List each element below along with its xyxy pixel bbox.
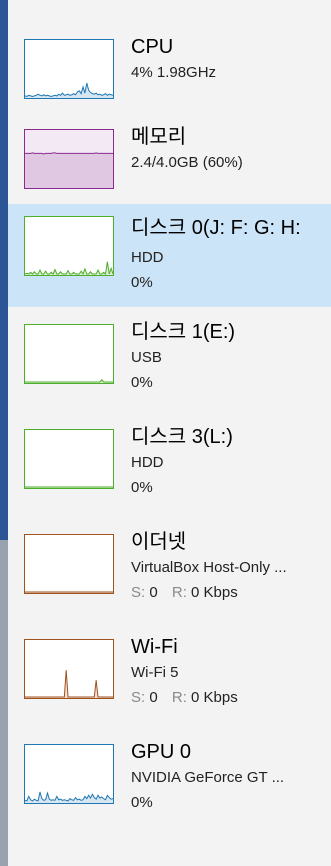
perf-item-type: USB xyxy=(131,349,162,366)
perf-item-throughput: S: 0 R: 0 Kbps xyxy=(131,688,238,708)
perf-item-type: HDD xyxy=(131,454,164,471)
perf-item-title: 디스크 0(J: F: G: H: xyxy=(131,217,301,239)
perf-item-usage: 0% xyxy=(131,479,153,496)
disk-1-graph xyxy=(24,324,114,384)
wifi-graph-area xyxy=(25,670,113,698)
cpu-graph xyxy=(24,39,114,99)
disk-3-graph xyxy=(24,429,114,489)
perf-item-usage: 0% xyxy=(131,374,153,391)
perf-item-title: 이더넷 xyxy=(131,531,187,553)
perf-item-adapter: Wi-Fi 5 xyxy=(131,664,179,681)
cpu-graph-area xyxy=(25,83,113,98)
ethernet-graph-plot xyxy=(25,591,113,593)
send-value: 0 xyxy=(149,689,158,706)
perf-item-ethernet[interactable]: 이더넷 VirtualBox Host-Only ... S: 0 R: 0 K… xyxy=(8,528,331,631)
disk-0-graph-line xyxy=(25,261,113,275)
performance-sidebar: CPU 4% 1.98GHz 메모리 2.4/4.0GB (60%) 디스크 0… xyxy=(0,0,331,866)
disk-1-graph-plot xyxy=(25,378,113,383)
perf-item-title: 메모리 xyxy=(131,126,187,148)
perf-item-usage: 0% xyxy=(131,794,153,811)
background-window-edge xyxy=(0,0,8,866)
disk-0-graph-plot xyxy=(25,261,113,275)
ethernet-graph xyxy=(24,534,114,594)
perf-item-type: HDD xyxy=(131,249,164,266)
cpu-graph-plot xyxy=(25,82,113,98)
receive-value: 0 Kbps xyxy=(191,584,238,601)
memory-graph xyxy=(24,129,114,189)
memory-graph-plot xyxy=(25,152,113,188)
gpu-0-graph-plot xyxy=(25,791,113,803)
disk-0-graph xyxy=(24,216,114,276)
memory-graph-area xyxy=(25,152,113,188)
perf-item-disk-1[interactable]: 디스크 1(E:) USB 0% xyxy=(8,318,331,421)
perf-item-title: Wi-Fi xyxy=(131,636,178,658)
disk-1-graph-line xyxy=(25,378,113,383)
receive-label: R: xyxy=(171,689,187,706)
disk-3-graph-plot xyxy=(25,486,113,488)
perf-item-title: 디스크 3(L:) xyxy=(131,426,233,448)
perf-item-title: 디스크 1(E:) xyxy=(131,321,236,343)
perf-item-gpu-0[interactable]: GPU 0 NVIDIA GeForce GT ... 0% xyxy=(8,738,331,841)
perf-item-cpu[interactable]: CPU 4% 1.98GHz xyxy=(8,33,331,136)
perf-item-usage: 4% 1.98GHz xyxy=(131,64,217,81)
perf-item-usage: 2.4/4.0GB (60%) xyxy=(131,154,243,171)
perf-item-adapter: NVIDIA GeForce GT ... xyxy=(131,769,285,786)
perf-item-title: GPU 0 xyxy=(131,741,192,763)
cpu-graph-line xyxy=(25,82,113,97)
wifi-graph-plot xyxy=(25,670,113,698)
perf-item-disk-0[interactable]: 디스크 0(J: F: G: H: HDD 0% xyxy=(8,204,331,307)
perf-item-throughput: S: 0 R: 0 Kbps xyxy=(131,583,238,603)
receive-value: 0 Kbps xyxy=(191,689,238,706)
gpu-0-graph xyxy=(24,744,114,804)
perf-item-title: CPU xyxy=(131,36,174,58)
perf-item-usage: 0% xyxy=(131,274,153,291)
send-label: S: xyxy=(131,689,146,706)
send-value: 0 xyxy=(149,584,158,601)
wifi-graph-line xyxy=(25,670,113,698)
memory-graph-line xyxy=(25,152,113,155)
perf-item-wifi[interactable]: Wi-Fi Wi-Fi 5 S: 0 R: 0 Kbps xyxy=(8,633,331,736)
receive-label: R: xyxy=(171,584,187,601)
perf-item-adapter: VirtualBox Host-Only ... xyxy=(131,559,287,576)
wifi-graph xyxy=(24,639,114,699)
perf-item-disk-3[interactable]: 디스크 3(L:) HDD 0% xyxy=(8,423,331,526)
background-window-edge-lower xyxy=(0,540,8,866)
send-label: S: xyxy=(131,584,146,601)
